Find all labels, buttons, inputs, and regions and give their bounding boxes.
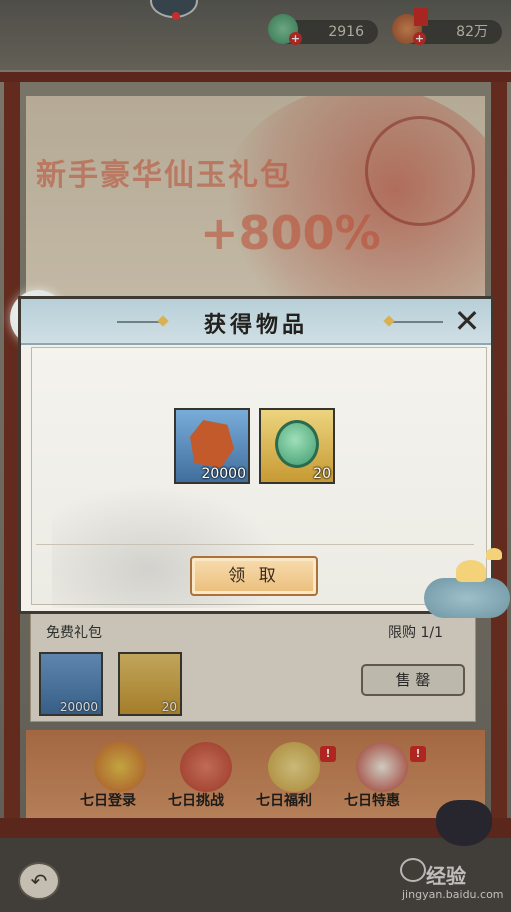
dialog-header: 获得物品 ✕ <box>21 299 491 345</box>
close-button[interactable]: ✕ <box>449 305 485 339</box>
reward-item-jade[interactable]: 20 <box>259 408 335 484</box>
reward-quantity: 20 <box>313 466 331 482</box>
dialog-divider <box>36 544 474 545</box>
reward-item-ore[interactable]: 20000 <box>174 408 250 484</box>
butterfly-icon <box>456 560 486 582</box>
ore-icon <box>190 420 234 468</box>
jade-pendant-icon <box>275 420 319 468</box>
claim-button[interactable]: 领 取 <box>190 556 318 596</box>
cloud-decoration-icon <box>424 578 510 618</box>
reward-quantity: 20000 <box>201 466 246 482</box>
dialog-title: 获得物品 <box>203 312 308 338</box>
butterfly-icon <box>486 548 502 560</box>
